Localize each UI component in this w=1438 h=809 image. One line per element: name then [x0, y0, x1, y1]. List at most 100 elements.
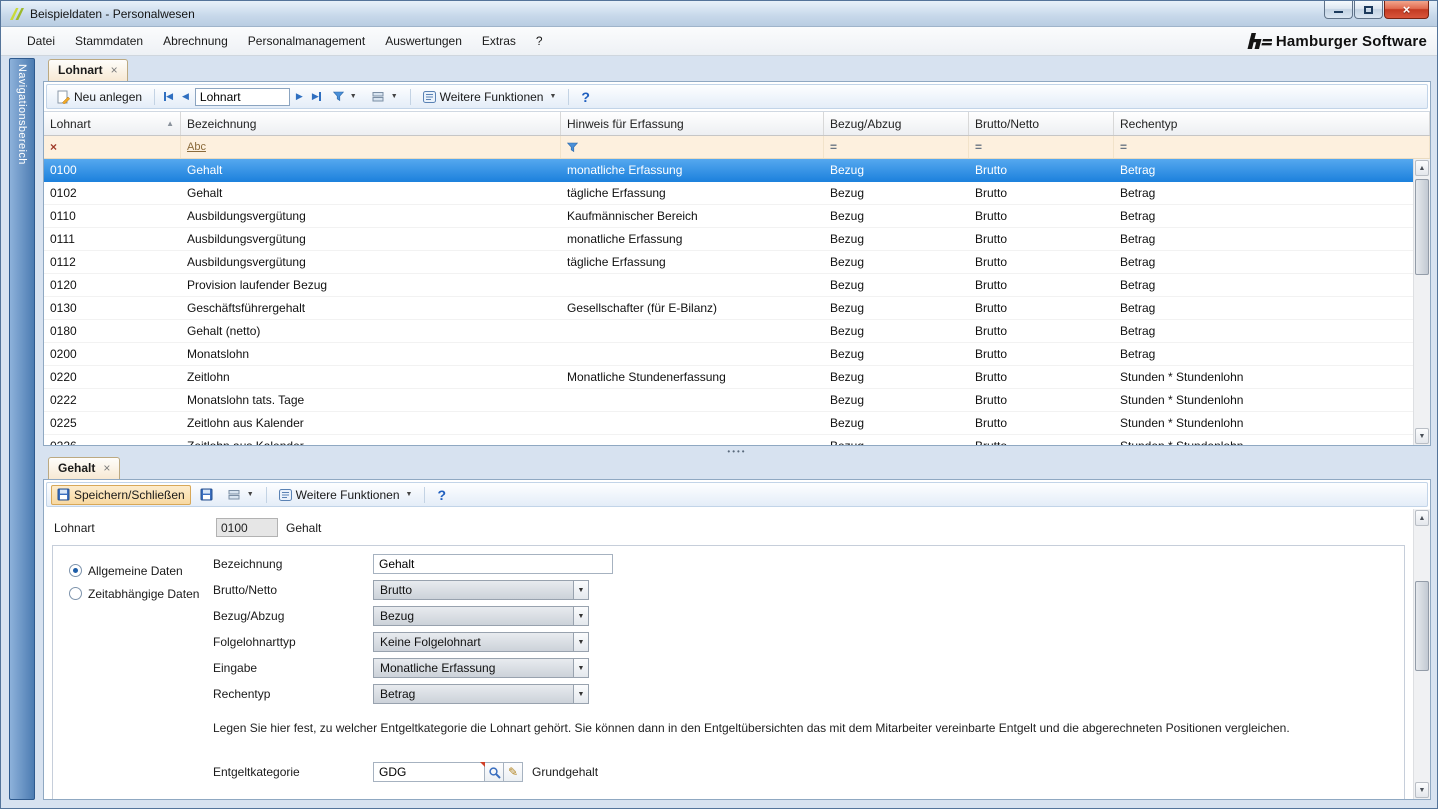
- menu-stammdaten[interactable]: Stammdaten: [65, 29, 153, 53]
- filter-cell-bezug-abzug[interactable]: =: [824, 136, 969, 158]
- rechentyp-select[interactable]: Betrag: [373, 684, 573, 704]
- scroll-up-button[interactable]: ▲: [1415, 510, 1429, 526]
- table-row[interactable]: 0222 Monatslohn tats. Tage Bezug Brutto Stun…: [44, 389, 1413, 412]
- rechentyp-dropdown-button[interactable]: ▼: [573, 684, 589, 704]
- table-row[interactable]: 0112 Ausbildungsvergütung tägliche Erfassu…: [44, 251, 1413, 274]
- toolbar-separator: [154, 88, 156, 105]
- menu-auswertungen[interactable]: Auswertungen: [375, 29, 472, 53]
- prev-arrow-icon: ◀: [181, 91, 189, 101]
- menu-abrechnung[interactable]: Abrechnung: [153, 29, 238, 53]
- edit-button[interactable]: ✎: [504, 762, 523, 782]
- export-dropdown-icon: ▼: [246, 491, 254, 498]
- first-record-button[interactable]: ◀: [161, 89, 176, 104]
- more-functions-label: Weitere Funktionen: [439, 89, 544, 104]
- menu-datei[interactable]: Datei: [17, 29, 65, 53]
- filter-button[interactable]: ▼: [327, 88, 363, 105]
- tab-close-icon[interactable]: ×: [103, 462, 110, 474]
- minimize-button[interactable]: [1324, 1, 1353, 19]
- new-button[interactable]: Neu anlegen: [51, 87, 148, 107]
- eingabe-dropdown-button[interactable]: ▼: [573, 658, 589, 678]
- scroll-thumb[interactable]: [1415, 581, 1429, 671]
- column-header-lohnart[interactable]: Lohnart ▲: [44, 112, 181, 135]
- column-header-bezeichnung[interactable]: Bezeichnung: [181, 112, 561, 135]
- bezeichnung-input[interactable]: [373, 554, 613, 574]
- panel-splitter[interactable]: ••••: [43, 446, 1431, 456]
- folgelohnarttyp-select[interactable]: Keine Folgelohnart: [373, 632, 573, 652]
- lohnart-panelbox: Neu anlegen ◀ ◀ ▶ ▶ ▼: [43, 81, 1431, 446]
- title-bar[interactable]: Beispieldaten - Personalwesen ×: [1, 1, 1437, 27]
- grid-scrollbar[interactable]: ▲ ▼: [1413, 159, 1430, 445]
- filter-cell-lohnart[interactable]: ×: [44, 136, 181, 158]
- radio-zeitabhaengige-daten[interactable]: Zeitabhängige Daten: [69, 585, 205, 602]
- eingabe-select[interactable]: Monatliche Erfassung: [373, 658, 573, 678]
- scroll-track[interactable]: [1414, 177, 1430, 427]
- brutto-netto-dropdown-button[interactable]: ▼: [573, 580, 589, 600]
- lohnart-number-field: [216, 518, 278, 537]
- more-functions-button[interactable]: Weitere Funktionen ▼: [417, 87, 563, 107]
- scroll-up-button[interactable]: ▲: [1415, 160, 1429, 176]
- help-button[interactable]: ?: [575, 89, 596, 105]
- column-header-brutto-netto[interactable]: Brutto/Netto: [969, 112, 1114, 135]
- table-row[interactable]: 0100 Gehalt monatliche Erfassung Bezug Brutt…: [44, 159, 1413, 182]
- lohnart-key-row: Lohnart Gehalt: [44, 509, 1413, 537]
- column-header-bezug-abzug[interactable]: Bezug/Abzug: [824, 112, 969, 135]
- export-button[interactable]: ▼: [222, 486, 260, 504]
- table-row[interactable]: 0110 Ausbildungsvergütung Kaufmännischer B…: [44, 205, 1413, 228]
- last-record-button[interactable]: ▶: [309, 89, 324, 104]
- column-header-rechentyp[interactable]: Rechentyp: [1114, 112, 1430, 135]
- radio-unselected-icon: [69, 587, 82, 600]
- hs-logo-icon: [1247, 33, 1272, 49]
- bezug-abzug-select[interactable]: Bezug: [373, 606, 573, 626]
- menu-personalmanagement[interactable]: Personalmanagement: [238, 29, 375, 53]
- menu-extras[interactable]: Extras: [472, 29, 526, 53]
- scroll-down-button[interactable]: ▼: [1415, 428, 1429, 444]
- scroll-track[interactable]: [1414, 527, 1430, 781]
- table-cell: Brutto: [975, 301, 1008, 315]
- table-row[interactable]: 0180 Gehalt (netto) Bezug Brutto Betrag: [44, 320, 1413, 343]
- lookup-button[interactable]: [485, 762, 504, 782]
- form-scrollbar[interactable]: ▲ ▼: [1413, 509, 1430, 799]
- folgelohnarttyp-dropdown-button[interactable]: ▼: [573, 632, 589, 652]
- scroll-thumb[interactable]: [1415, 179, 1429, 275]
- brutto-netto-select[interactable]: Brutto: [373, 580, 573, 600]
- table-row[interactable]: 0102 Gehalt tägliche Erfassung Bezug Brutto B…: [44, 182, 1413, 205]
- table-row[interactable]: 0226Zeitlohn aus Kalender BezugBruttoStun…: [44, 435, 1413, 445]
- filter-cell-rechentyp[interactable]: =: [1114, 136, 1430, 158]
- table-row[interactable]: 0111 Ausbildungsvergütung monatliche Erfas…: [44, 228, 1413, 251]
- table-row[interactable]: 0120 Provision laufender Bezug Bezug Brutto…: [44, 274, 1413, 297]
- bezug-abzug-dropdown-button[interactable]: ▼: [573, 606, 589, 626]
- table-row[interactable]: 0220 Zeitlohn Monatliche Stundenerfassung B…: [44, 366, 1413, 389]
- window-controls: ×: [1324, 1, 1429, 19]
- table-row[interactable]: 0130 Geschäftsführergehalt Gesellschafter …: [44, 297, 1413, 320]
- table-cell: Bezug: [830, 301, 865, 315]
- maximize-button[interactable]: [1354, 1, 1383, 19]
- table-row[interactable]: 0200 Monatslohn Bezug Brutto Betrag: [44, 343, 1413, 366]
- tab-gehalt[interactable]: Gehalt ×: [48, 457, 121, 479]
- tab-close-icon[interactable]: ×: [111, 64, 118, 76]
- navigation-panel-collapsed[interactable]: Navigationsbereich: [9, 58, 35, 800]
- scroll-down-button[interactable]: ▼: [1415, 782, 1429, 798]
- filter-cell-bezeichnung[interactable]: Abc: [181, 136, 561, 158]
- entgeltkategorie-input[interactable]: [373, 762, 485, 782]
- column-label: Bezeichnung: [187, 116, 257, 131]
- functions-list-icon: [422, 90, 436, 103]
- table-cell: monatliche Erfassung: [567, 163, 683, 177]
- filter-cell-hinweis[interactable]: [561, 136, 824, 158]
- column-header-hinweis[interactable]: Hinweis für Erfassung: [561, 112, 824, 135]
- record-search-input[interactable]: [194, 87, 290, 106]
- save-button[interactable]: [194, 485, 219, 504]
- export-button[interactable]: ▼: [366, 88, 404, 106]
- radio-allgemeine-daten[interactable]: Allgemeine Daten: [69, 562, 205, 579]
- radio-label: Allgemeine Daten: [88, 563, 183, 578]
- tab-lohnart[interactable]: Lohnart ×: [48, 59, 128, 81]
- menu-help[interactable]: ?: [526, 29, 553, 53]
- field-eingabe: Eingabe Monatliche Erfassung ▼: [205, 655, 1404, 681]
- filter-cell-brutto-netto[interactable]: =: [969, 136, 1114, 158]
- next-record-button[interactable]: ▶: [293, 89, 306, 104]
- previous-record-button[interactable]: ◀: [179, 89, 192, 104]
- more-functions-button[interactable]: Weitere Funktionen ▼: [273, 485, 419, 505]
- table-row[interactable]: 0225 Zeitlohn aus Kalender Bezug Brutto Stun…: [44, 412, 1413, 435]
- close-button[interactable]: ×: [1384, 1, 1429, 19]
- save-close-button[interactable]: Speichern/Schließen: [51, 484, 191, 505]
- help-button[interactable]: ?: [431, 487, 452, 503]
